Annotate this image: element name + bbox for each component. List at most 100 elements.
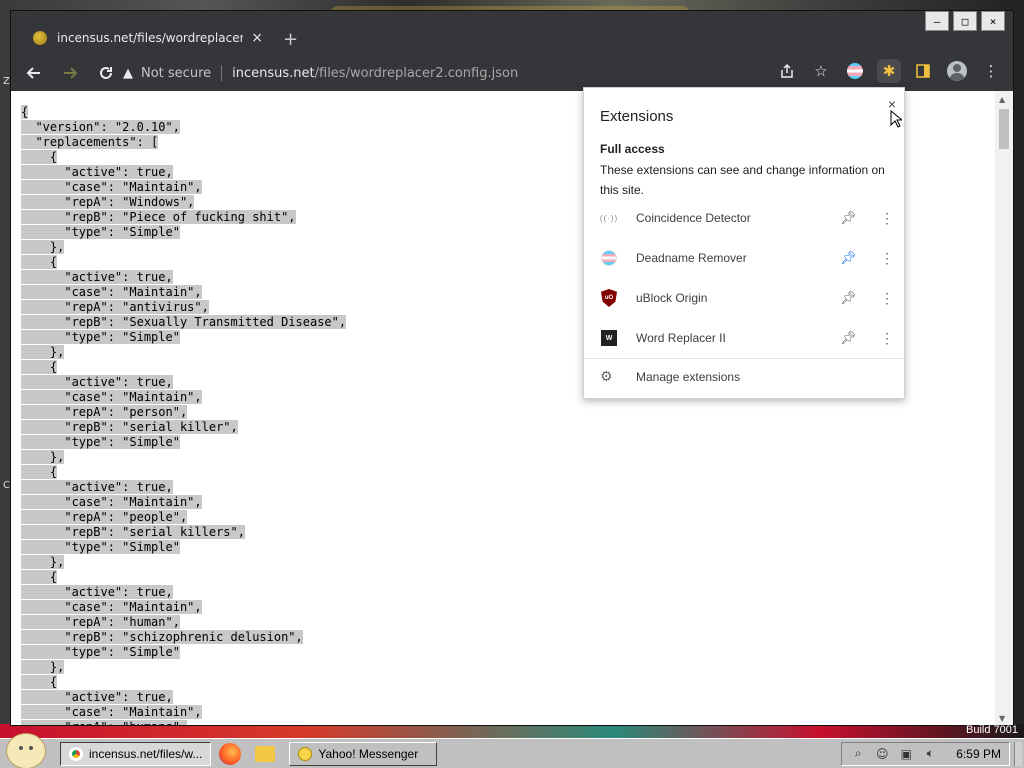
clock[interactable]: 6:59 PM (956, 747, 1001, 761)
taskbar: incensus.net/files/w... Yahoo! Messenger… (0, 732, 1024, 768)
scroll-thumb[interactable] (999, 109, 1009, 149)
extension-name: Deadname Remover (636, 251, 747, 265)
address-bar[interactable]: ▲ Not secure incensus.net/files/wordrepl… (123, 59, 773, 87)
more-options-icon[interactable]: ⋮ (880, 250, 894, 267)
json-line-text: "repA": "antivirus", (21, 300, 209, 314)
deadname-remover-toolbar-icon[interactable] (843, 59, 867, 83)
more-options-icon[interactable]: ⋮ (880, 330, 894, 347)
json-line-text: "case": "Maintain", (21, 285, 202, 299)
profile-avatar-icon[interactable] (945, 59, 969, 83)
json-line-text: }, (21, 345, 65, 359)
desktop-edge-text: Z (3, 76, 10, 87)
extension-item-ublock-origin[interactable]: uO uBlock Origin 📌︎ ⋮ (584, 278, 904, 318)
json-line-text: }, (21, 240, 65, 254)
json-line: "active": true, (21, 270, 346, 285)
json-line-text: { (21, 150, 58, 164)
firefox-icon[interactable] (219, 742, 242, 765)
json-line-text: "active": true, (21, 165, 173, 179)
window-controls: – □ × (925, 11, 1005, 31)
json-line: "case": "Maintain", (21, 285, 346, 300)
json-line-text: { (21, 570, 58, 584)
url-host: incensus.net (232, 65, 315, 81)
share-icon[interactable] (775, 59, 799, 83)
json-line: { (21, 570, 346, 585)
pin-icon[interactable]: 📌︎ (840, 330, 857, 346)
side-panel-icon[interactable] (911, 59, 935, 83)
json-line-text: "case": "Maintain", (21, 180, 202, 194)
tab-close-icon[interactable]: × (251, 30, 263, 46)
scroll-down-icon[interactable]: ▼ (999, 714, 1005, 723)
tab-title: incensus.net/files/wordreplacer2 (57, 31, 244, 45)
json-line: { (21, 150, 346, 165)
extension-item-deadname-remover[interactable]: Deadname Remover 📌︎ ⋮ (584, 238, 904, 278)
extension-name: uBlock Origin (636, 291, 708, 305)
pin-icon[interactable]: 📌︎ (840, 290, 857, 306)
pin-icon[interactable]: 📌︎ (840, 210, 857, 226)
taskbar-item-browser[interactable]: incensus.net/files/w... (60, 741, 212, 766)
browser-toolbar: ▲ Not secure incensus.net/files/wordrepl… (11, 55, 1013, 91)
start-button[interactable] (0, 732, 50, 768)
json-line: "active": true, (21, 480, 346, 495)
json-line: }, (21, 240, 346, 255)
json-line-text: "type": "Simple" (21, 645, 180, 659)
messenger-tray-icon[interactable]: ☺ (874, 746, 890, 762)
browser-tab[interactable]: incensus.net/files/wordreplacer2 × (23, 23, 273, 53)
manage-extensions-button[interactable]: ⚙ Manage extensions (600, 368, 740, 385)
json-line: "repA": "people", (21, 510, 346, 525)
extensions-puzzle-icon[interactable]: ✱ (877, 59, 901, 83)
chrome-icon (69, 746, 83, 761)
json-line: "version": "2.0.10", (21, 120, 346, 135)
close-window-button[interactable]: × (981, 11, 1005, 31)
json-line-text: "repB": "serial killer", (21, 420, 238, 434)
json-line: "case": "Maintain", (21, 600, 346, 615)
json-line: "repA": "Windows", (21, 195, 346, 210)
json-line: }, (21, 450, 346, 465)
json-line: "repB": "Piece of fucking shit", (21, 210, 346, 225)
json-line: "case": "Maintain", (21, 390, 346, 405)
json-line: "case": "Maintain", (21, 705, 346, 720)
menu-kebab-icon[interactable]: ⋮ (979, 59, 1003, 83)
json-line: }, (21, 555, 346, 570)
json-line-text: "type": "Simple" (21, 435, 180, 449)
json-line-text: }, (21, 450, 65, 464)
volume-icon[interactable]: 🔈︎ (922, 746, 938, 762)
pin-icon-pinned[interactable]: 📌︎ (840, 250, 857, 266)
minimize-button[interactable]: – (925, 11, 949, 31)
bookmark-star-icon[interactable]: ☆ (809, 59, 833, 83)
word-replacer-icon: W (600, 329, 618, 347)
json-viewer[interactable]: { "version": "2.0.10", "replacements": [… (21, 105, 347, 725)
back-button[interactable] (21, 60, 47, 86)
json-line: "type": "Simple" (21, 645, 346, 660)
json-line-text: { (21, 675, 58, 689)
vertical-scrollbar[interactable]: ▲ ▼ (995, 91, 1013, 725)
json-line-text: "repA": "people", (21, 510, 188, 524)
network-icon[interactable]: ▣ (898, 746, 914, 762)
extension-item-coincidence-detector[interactable]: ((·)) Coincidence Detector 📌︎ ⋮ (584, 198, 904, 238)
gear-icon: ⚙ (600, 368, 613, 384)
json-line-text: "repA": "human", (21, 615, 180, 629)
reload-button[interactable] (93, 60, 119, 86)
desktop-edge-text: C (3, 480, 10, 491)
folder-icon[interactable] (255, 745, 276, 762)
show-desktop-button[interactable] (1014, 741, 1022, 766)
maximize-button[interactable]: □ (953, 11, 977, 31)
search-icon[interactable]: ⌕ (850, 746, 866, 762)
not-secure-label[interactable]: Not secure (141, 66, 211, 81)
forward-button[interactable] (57, 60, 83, 86)
json-line-text: "case": "Maintain", (21, 495, 202, 509)
json-line: { (21, 675, 346, 690)
json-line: { (21, 465, 346, 480)
extensions-popup-title: Extensions (600, 108, 674, 125)
json-line: }, (21, 660, 346, 675)
more-options-icon[interactable]: ⋮ (880, 210, 894, 227)
json-line: "type": "Simple" (21, 225, 346, 240)
warning-icon[interactable]: ▲ (123, 66, 133, 81)
new-tab-button[interactable]: + (283, 29, 298, 50)
scroll-up-icon[interactable]: ▲ (999, 95, 1005, 104)
system-tray: ⌕ ☺ ▣ 🔈︎ 6:59 PM (841, 741, 1010, 766)
taskbar-item-yahoo-messenger[interactable]: Yahoo! Messenger (289, 741, 438, 766)
extension-item-word-replacer[interactable]: W Word Replacer II 📌︎ ⋮ (584, 318, 904, 358)
toolbar-actions: ☆ ✱ ⋮ (775, 59, 1003, 83)
full-access-description: These extensions can see and change info… (600, 163, 885, 197)
more-options-icon[interactable]: ⋮ (880, 290, 894, 307)
